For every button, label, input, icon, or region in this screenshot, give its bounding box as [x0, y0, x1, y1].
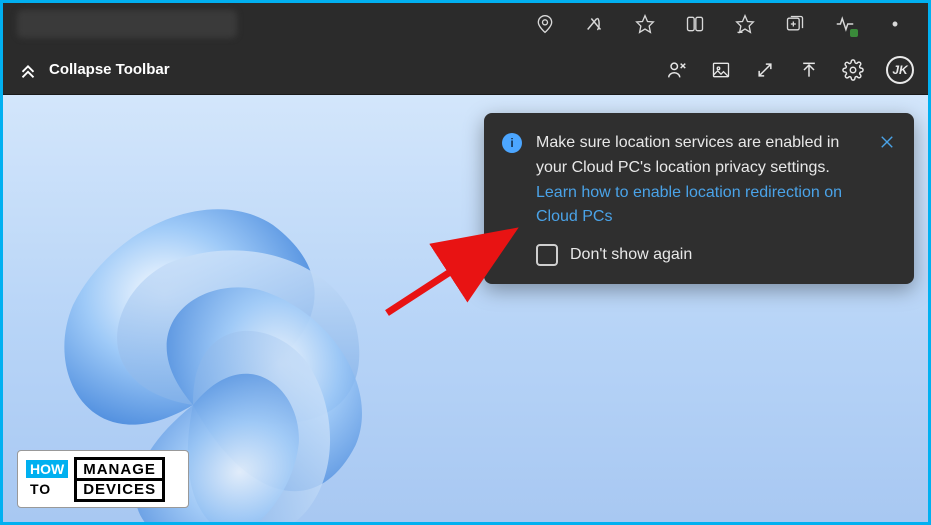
- notification-message: Make sure location services are enabled …: [536, 131, 864, 230]
- watermark-logo: HOW TO MANAGE DEVICES: [17, 450, 189, 508]
- notification-body-text: Make sure location services are enabled …: [536, 134, 839, 176]
- dont-show-checkbox[interactable]: [536, 244, 558, 266]
- watermark-to: TO: [26, 480, 68, 498]
- collections-icon[interactable]: [784, 13, 806, 35]
- location-icon[interactable]: [534, 13, 556, 35]
- performance-icon[interactable]: [834, 13, 856, 35]
- person-connect-icon[interactable]: [666, 59, 688, 81]
- location-notification: i Make sure location services are enable…: [484, 113, 914, 284]
- watermark-devices: DEVICES: [74, 478, 165, 502]
- more-icon[interactable]: •: [884, 13, 906, 35]
- active-tab[interactable]: [17, 10, 237, 38]
- gear-icon[interactable]: [842, 59, 864, 81]
- read-aloud-icon[interactable]: [584, 13, 606, 35]
- dont-show-label: Don't show again: [570, 246, 692, 264]
- browser-tab-bar: •: [3, 3, 928, 45]
- watermark-manage: MANAGE: [74, 457, 165, 478]
- app-toolbar: Collapse Toolbar JK: [3, 45, 928, 95]
- favorites-icon[interactable]: [734, 13, 756, 35]
- upload-icon[interactable]: [798, 59, 820, 81]
- star-icon[interactable]: [634, 13, 656, 35]
- split-screen-icon[interactable]: [684, 13, 706, 35]
- info-icon: i: [502, 133, 522, 153]
- close-icon[interactable]: [878, 133, 896, 151]
- watermark-how: HOW: [26, 460, 68, 478]
- learn-more-link[interactable]: Learn how to enable location redirection…: [536, 184, 842, 226]
- collapse-toolbar-button[interactable]: Collapse Toolbar: [17, 59, 170, 81]
- chevron-double-up-icon: [17, 59, 39, 81]
- fullscreen-icon[interactable]: [754, 59, 776, 81]
- picture-icon[interactable]: [710, 59, 732, 81]
- collapse-toolbar-label: Collapse Toolbar: [49, 61, 170, 78]
- content-viewport: i Make sure location services are enable…: [3, 95, 928, 522]
- user-avatar[interactable]: JK: [886, 56, 914, 84]
